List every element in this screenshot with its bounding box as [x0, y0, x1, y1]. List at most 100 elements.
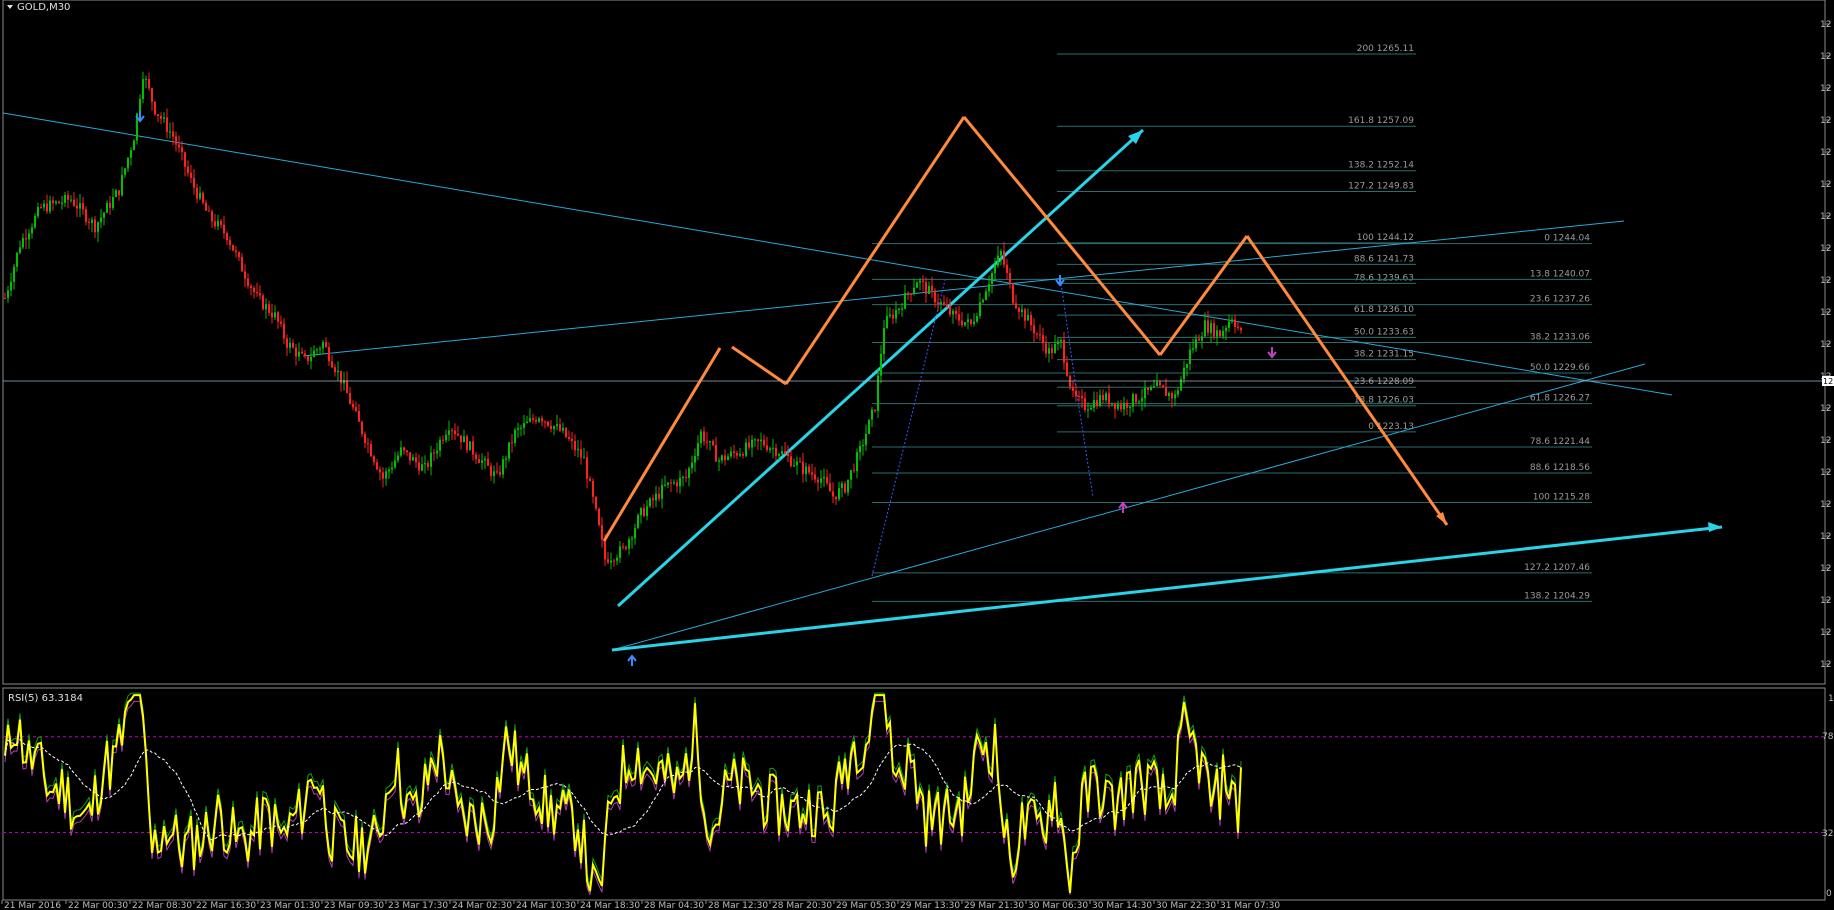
candle-body [682, 476, 684, 478]
chart-canvas[interactable]: 200 1265.11161.8 1257.09138.2 1252.14127… [0, 0, 1834, 910]
candle-body [634, 527, 636, 539]
candle-body [697, 443, 699, 457]
candle-body [673, 482, 675, 484]
x-axis-tick-label: 22 Mar 00:30 [68, 901, 128, 910]
candle-body [271, 312, 273, 318]
candle-body [559, 424, 561, 431]
candle-body [439, 439, 441, 451]
candle-body [70, 199, 72, 201]
y-axis-tick-label: 12 [1820, 180, 1831, 190]
x-axis-tick-label: 30 Mar 22:30 [1156, 901, 1216, 910]
candle-body [652, 498, 654, 501]
fib-b-level-label: 0 1244.04 [1544, 234, 1590, 244]
candle-body [946, 304, 948, 307]
candle-body [145, 78, 147, 80]
candle-body [256, 292, 258, 294]
candle-body [166, 117, 168, 132]
x-axis-tick-label: 23 Mar 17:30 [388, 901, 448, 910]
candle-body [976, 316, 978, 322]
fib-b-level-label: 13.8 1240.07 [1530, 269, 1590, 279]
x-axis-tick-label: 22 Mar 08:30 [132, 901, 192, 910]
candle-body [892, 314, 894, 319]
candle-body [295, 347, 297, 357]
candle-body [61, 202, 63, 204]
candle-body [661, 484, 663, 499]
candle-body [334, 367, 336, 373]
candle-body [238, 252, 240, 257]
candle-body [457, 434, 459, 436]
candle-body [733, 451, 735, 454]
candle-body [874, 409, 876, 411]
candle-body [49, 200, 51, 212]
candle-body [964, 322, 966, 326]
candle-body [499, 472, 501, 475]
candlesticks [4, 71, 1242, 570]
candle-body [928, 285, 930, 294]
candle-body [79, 203, 81, 209]
chevron-down-icon[interactable] [7, 5, 13, 9]
candle-body [889, 314, 891, 317]
candle-body [229, 240, 231, 245]
candle-body [829, 483, 831, 492]
fib-a-level-label: 161.8 1257.09 [1348, 116, 1414, 126]
candle-body [967, 319, 969, 323]
candle-body [1003, 251, 1005, 265]
candle-body [214, 221, 216, 227]
downtrend-line [2, 112, 1673, 396]
candle-body [346, 380, 348, 394]
candle-body [793, 465, 795, 467]
candle-body [82, 203, 84, 210]
candle-body [298, 351, 300, 357]
candle-body [592, 480, 594, 497]
candle-body [538, 418, 540, 422]
candle-body [175, 136, 177, 145]
candle-body [685, 476, 687, 478]
candle-body [364, 433, 366, 444]
candle-body [1108, 393, 1110, 405]
candle-body [775, 447, 777, 456]
candle-body [649, 498, 651, 507]
candle-body [289, 342, 291, 348]
candle-body [226, 233, 228, 241]
candle-body [28, 233, 30, 240]
candle-body [292, 342, 294, 348]
fib-a-level-label: 138.2 1252.14 [1348, 161, 1414, 171]
x-axis-tick-label: 22 Mar 16:30 [196, 901, 256, 910]
candle-body [163, 117, 165, 119]
candle-body [325, 342, 327, 347]
candle-body [43, 203, 45, 208]
candle-body [1174, 394, 1176, 399]
candle-body [37, 207, 39, 217]
candle-body [730, 451, 732, 457]
candle-body [760, 439, 762, 442]
candle-body [1051, 348, 1053, 353]
candle-body [922, 280, 924, 283]
candle-body [1210, 323, 1212, 333]
candle-body [265, 304, 267, 310]
fib-b-level-label: 61.8 1226.27 [1530, 394, 1590, 404]
candle-body [1036, 333, 1038, 335]
candle-body [817, 479, 819, 483]
candle-body [1075, 390, 1077, 397]
candle-body [703, 431, 705, 442]
candle-body [553, 426, 555, 430]
y-axis-tick-label: 12 [1820, 20, 1831, 30]
candle-body [376, 462, 378, 470]
y-axis-tick-label: 12 [1820, 148, 1831, 158]
candle-body [412, 457, 414, 461]
candle-body [1231, 319, 1233, 322]
candle-body [832, 491, 834, 497]
candle-body [1201, 336, 1203, 341]
candle-body [94, 219, 96, 233]
candle-body [16, 252, 18, 267]
candle-body [442, 439, 444, 441]
orange-pattern-arrows [602, 116, 1449, 542]
candle-body [895, 309, 897, 319]
candle-body [112, 196, 114, 208]
pattern-arrow-segment [784, 116, 966, 385]
candle-body [736, 453, 738, 456]
candle-body [637, 515, 639, 528]
candle-body [913, 287, 915, 294]
candle-body [1087, 409, 1089, 411]
candle-body [1060, 339, 1062, 342]
